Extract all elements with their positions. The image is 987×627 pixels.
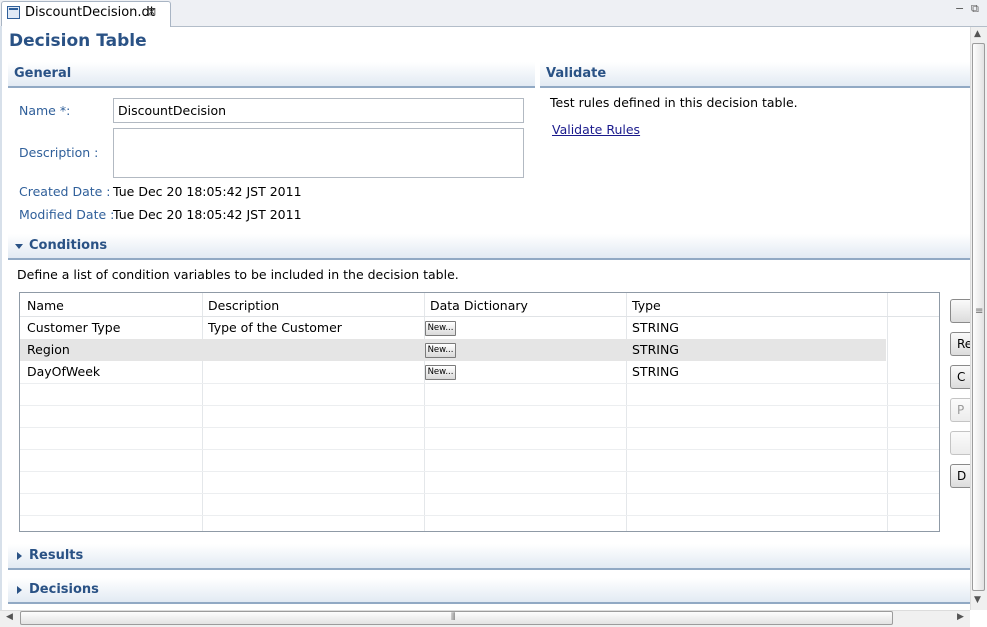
- content-border: [0, 26, 2, 610]
- scroll-up-icon[interactable]: ▲: [974, 29, 981, 39]
- modified-date-value: Tue Dec 20 18:05:42 JST 2011: [113, 207, 302, 222]
- scroll-grip-icon: ≡: [975, 306, 984, 317]
- table-header: Name Description Data Dictionary Type: [20, 293, 939, 317]
- new-dictionary-button[interactable]: New...: [425, 321, 456, 336]
- scroll-grip-icon: ⦀: [451, 612, 456, 623]
- page-title: Decision Table: [9, 31, 147, 51]
- scroll-down-icon[interactable]: ▼: [974, 595, 981, 605]
- results-section-header[interactable]: Results: [8, 544, 970, 570]
- row-description: Type of the Customer: [208, 320, 342, 335]
- expand-right-icon: [17, 552, 22, 560]
- new-dictionary-button[interactable]: New...: [425, 343, 456, 358]
- created-date-label: Created Date :: [19, 184, 111, 199]
- validate-section-title: Validate: [546, 66, 607, 81]
- scroll-left-icon[interactable]: ◀: [6, 612, 13, 622]
- column-header-description[interactable]: Description: [208, 298, 279, 313]
- horizontal-scroll-thumb[interactable]: ⦀: [20, 611, 893, 625]
- description-label: Description :: [19, 145, 99, 160]
- conditions-description: Define a list of condition variables to …: [17, 267, 459, 282]
- row-type: STRING: [632, 364, 679, 379]
- conditions-section-title: Conditions: [29, 238, 108, 253]
- new-dictionary-button[interactable]: New...: [425, 365, 456, 380]
- editor-tab[interactable]: DiscountDecision.dt ⊠: [1, 1, 171, 27]
- row-divider: [20, 383, 939, 384]
- minimize-icon[interactable]: −: [955, 2, 964, 15]
- row-name: Region: [27, 342, 70, 357]
- conditions-table[interactable]: Name Description Data Dictionary Type Cu…: [19, 292, 940, 532]
- validate-description: Test rules defined in this decision tabl…: [550, 95, 798, 110]
- validate-rules-link[interactable]: Validate Rules: [552, 122, 640, 137]
- row-divider: [20, 449, 939, 450]
- vertical-scroll-thumb[interactable]: ≡: [972, 43, 985, 591]
- column-header-name[interactable]: Name: [27, 298, 64, 313]
- validate-section-header: Validate: [540, 62, 970, 88]
- conditions-section-header[interactable]: Conditions: [8, 234, 970, 260]
- decision-table-file-icon: [7, 6, 20, 19]
- tab-label: DiscountDecision.dt: [25, 5, 155, 20]
- row-divider: [20, 405, 939, 406]
- name-field-value: DiscountDecision: [118, 103, 227, 118]
- row-name: DayOfWeek: [27, 364, 101, 379]
- row-divider: [20, 427, 939, 428]
- table-row[interactable]: Customer Type Type of the Customer New..…: [20, 317, 886, 339]
- column-header-type[interactable]: Type: [632, 298, 661, 313]
- decisions-section-title: Decisions: [29, 582, 99, 597]
- name-field[interactable]: DiscountDecision: [113, 98, 524, 123]
- decisions-section-header[interactable]: Decisions: [8, 578, 970, 604]
- name-label: Name *:: [19, 103, 71, 118]
- general-section-title: General: [14, 66, 72, 81]
- row-name: Customer Type: [27, 320, 121, 335]
- close-icon[interactable]: ⊠: [147, 5, 156, 18]
- general-section-header: General: [8, 62, 535, 88]
- row-type: STRING: [632, 342, 679, 357]
- row-divider: [20, 471, 939, 472]
- expand-down-icon: [15, 244, 23, 249]
- row-divider: [20, 515, 939, 516]
- column-divider: [887, 293, 888, 531]
- table-row[interactable]: DayOfWeek New... STRING: [20, 361, 886, 383]
- table-row-selected[interactable]: Region New... STRING: [20, 339, 886, 361]
- row-divider: [20, 493, 939, 494]
- row-type: STRING: [632, 320, 679, 335]
- modified-date-label: Modified Date :: [19, 207, 115, 222]
- expand-right-icon: [17, 586, 22, 594]
- description-field[interactable]: [113, 128, 524, 178]
- maximize-icon[interactable]: ⧉: [971, 2, 979, 16]
- results-section-title: Results: [29, 548, 84, 563]
- column-header-data-dictionary[interactable]: Data Dictionary: [430, 298, 528, 313]
- scroll-right-icon[interactable]: ▶: [957, 612, 964, 622]
- created-date-value: Tue Dec 20 18:05:42 JST 2011: [113, 184, 302, 199]
